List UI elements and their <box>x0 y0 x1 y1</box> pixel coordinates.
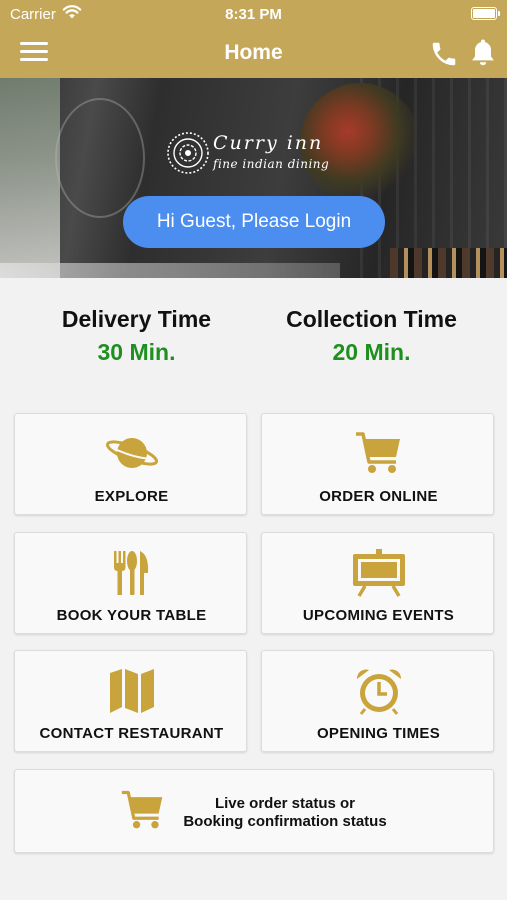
book-your-table-tile[interactable]: BOOK YOUR TABLE <box>14 532 247 634</box>
delivery-time: Delivery Time 30 Min. <box>10 306 263 366</box>
explore-tile[interactable]: EXPLORE <box>14 413 247 515</box>
hamburger-menu-icon[interactable] <box>20 42 48 64</box>
status-line-1: Live order status or <box>214 795 356 812</box>
explore-label: EXPLORE <box>94 488 169 505</box>
mandala-emblem-icon <box>167 132 209 174</box>
alarm-clock-icon <box>262 667 495 715</box>
battery-icon <box>471 7 500 20</box>
shopping-cart-icon <box>262 430 495 476</box>
delivery-time-label: Delivery Time <box>61 306 212 332</box>
upcoming-events-label: UPCOMING EVENTS <box>302 607 455 624</box>
banner-bottles <box>390 248 507 278</box>
banner-mandala-decoration <box>55 98 145 218</box>
planet-icon <box>15 430 248 476</box>
collection-time: Collection Time 20 Min. <box>245 306 498 366</box>
restaurant-logo: Curry inn fine indian dining <box>165 128 350 178</box>
logo-name: Curry inn <box>213 132 324 154</box>
clock-time: 8:31 PM <box>225 6 282 23</box>
contact-restaurant-label: CONTACT RESTAURANT <box>39 725 224 742</box>
opening-times-label: OPENING TIMES <box>316 725 441 742</box>
guest-login-button[interactable]: Hi Guest, Please Login <box>123 196 385 248</box>
restaurant-banner <box>0 78 507 278</box>
bell-icon[interactable] <box>468 37 498 69</box>
status-bar: Carrier 8:31 PM <box>0 0 507 28</box>
opening-times-tile[interactable]: OPENING TIMES <box>261 650 494 752</box>
contact-restaurant-tile[interactable]: CONTACT RESTAURANT <box>14 650 247 752</box>
banner-window <box>0 78 60 278</box>
nav-bar: Home <box>0 28 507 78</box>
collection-time-value: 20 Min. <box>332 339 411 365</box>
delivery-time-value: 30 Min. <box>97 339 176 365</box>
collection-time-label: Collection Time <box>286 306 457 332</box>
status-line-2: Booking confirmation status <box>183 813 387 830</box>
order-online-label: ORDER ONLINE <box>319 488 438 505</box>
logo-tagline: fine indian dining <box>213 157 330 171</box>
book-your-table-label: BOOK YOUR TABLE <box>56 607 207 624</box>
service-times: Delivery Time 30 Min. Collection Time 20… <box>0 278 507 398</box>
upcoming-events-tile[interactable]: UPCOMING EVENTS <box>261 532 494 634</box>
phone-icon[interactable] <box>429 39 459 69</box>
order-online-tile[interactable]: ORDER ONLINE <box>261 413 494 515</box>
order-booking-status-tile[interactable]: Live order status or Booking confirmatio… <box>14 769 494 853</box>
map-icon <box>15 667 248 713</box>
banner-counter <box>0 263 340 278</box>
easel-board-icon <box>262 549 495 597</box>
cutlery-icon <box>15 549 248 595</box>
